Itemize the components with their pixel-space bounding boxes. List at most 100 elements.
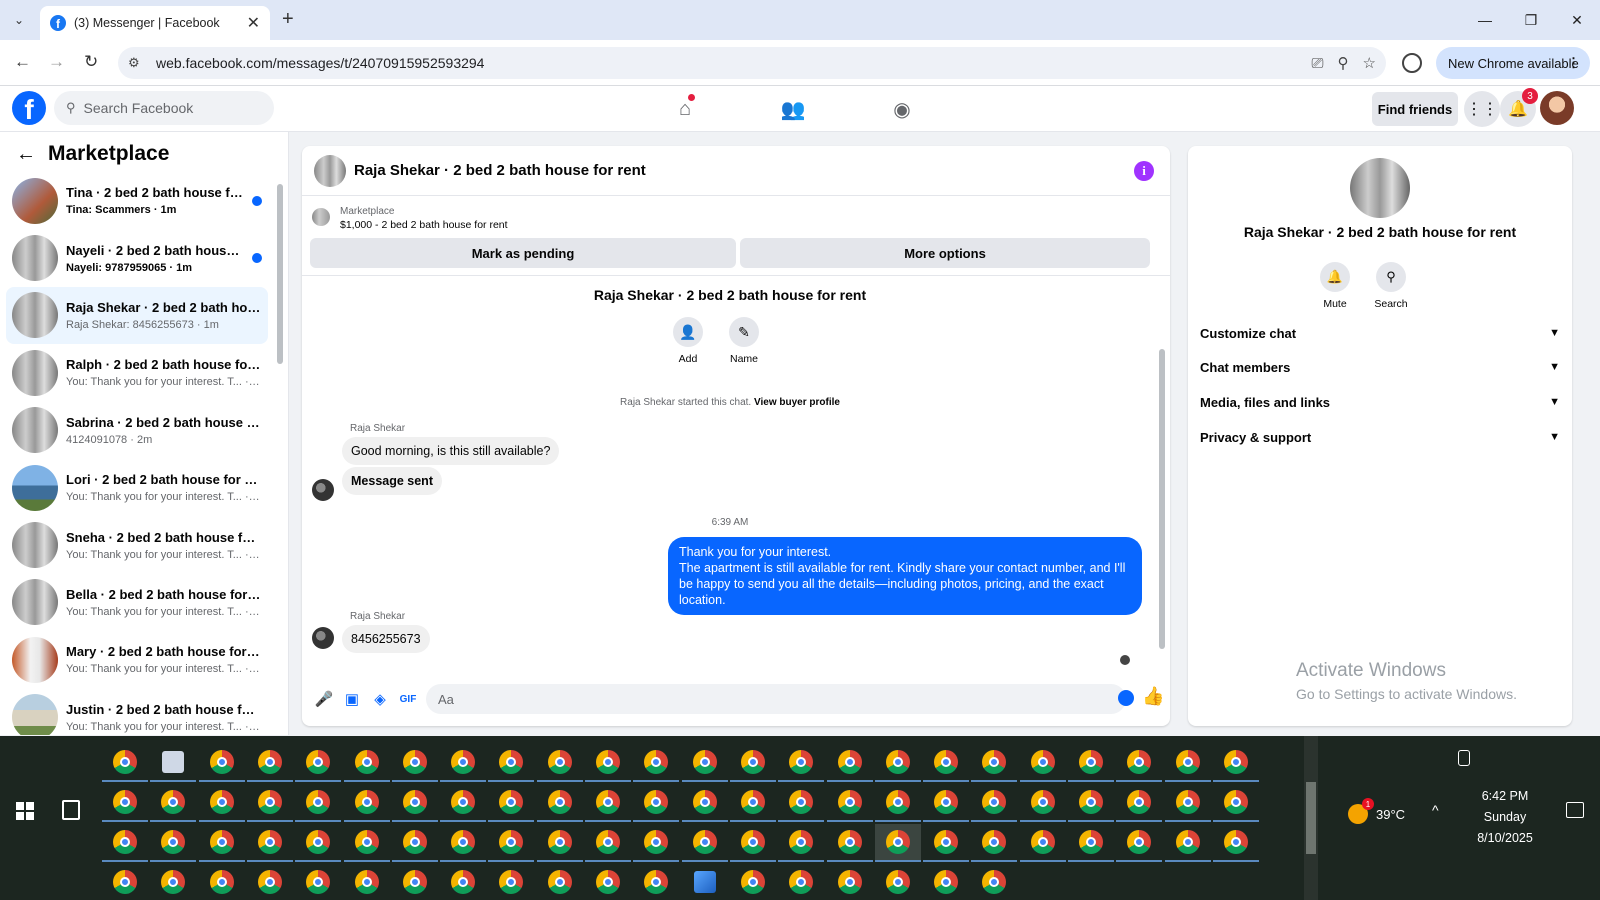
taskbar-app-button[interactable]: [295, 864, 341, 900]
new-tab-icon[interactable]: +: [282, 8, 294, 31]
chat-item[interactable]: Mary · 2 bed 2 bath house for r... You: T…: [6, 631, 268, 688]
show-hidden-icons-icon[interactable]: ^: [1432, 802, 1439, 818]
taskbar-app-button[interactable]: [150, 864, 196, 900]
taskbar-app-button[interactable]: [923, 784, 970, 822]
taskbar-app-button[interactable]: [246, 784, 293, 822]
chrome-menu-icon[interactable]: ⋮: [1567, 55, 1580, 71]
incoming-message[interactable]: Message sent: [342, 467, 442, 495]
taskbar-app-button[interactable]: [585, 824, 631, 862]
weather-widget[interactable]: 1 39°C: [1348, 798, 1405, 824]
privacy-support-section[interactable]: Privacy & support ▼: [1200, 420, 1560, 454]
taskbar-app-button[interactable]: [826, 824, 873, 862]
chat-item[interactable]: Justin · 2 bed 2 bath house for r... You:…: [6, 689, 268, 735]
taskbar-app-button[interactable]: [1068, 784, 1114, 822]
taskbar-app-button[interactable]: [536, 784, 583, 822]
more-options-button[interactable]: More options: [740, 238, 1150, 268]
taskbar-app-button[interactable]: [440, 824, 487, 862]
conversation-avatar-large[interactable]: [1350, 158, 1410, 218]
taskbar-app-button[interactable]: [1068, 824, 1114, 862]
taskbar-app-button[interactable]: [246, 744, 293, 782]
scrollbar-thumb[interactable]: [277, 184, 283, 364]
conversation-title[interactable]: Raja Shekar · 2 bed 2 bath house for ren…: [354, 162, 646, 179]
sticker-icon[interactable]: ◈: [366, 690, 394, 708]
taskbar-app-button[interactable]: [923, 824, 970, 862]
scrollbar-thumb[interactable]: [1159, 349, 1165, 649]
home-nav-icon[interactable]: ⌂: [670, 95, 700, 123]
taskbar-app-button[interactable]: [391, 824, 438, 862]
taskbar-app-button[interactable]: [440, 744, 487, 782]
taskbar-app-button[interactable]: [875, 864, 921, 900]
address-bar[interactable]: ⚙ web.facebook.com/messages/t/2407091595…: [118, 47, 1386, 79]
taskbar-app-button[interactable]: [778, 864, 824, 900]
chat-item[interactable]: Lori · 2 bed 2 bath house for rent You: T…: [6, 459, 268, 516]
message-scrollbar[interactable]: [1158, 283, 1166, 663]
taskbar-app-button[interactable]: [199, 864, 245, 900]
chat-item[interactable]: Sabrina · 2 bed 2 bath house fo... 412409…: [6, 402, 268, 459]
taskbar-app-button[interactable]: [778, 824, 825, 862]
notification-center-icon[interactable]: [1566, 802, 1584, 818]
taskbar-app-button[interactable]: [1212, 824, 1259, 862]
taskbar-app-button[interactable]: [729, 784, 776, 822]
taskbar-app-button[interactable]: [150, 824, 197, 862]
facebook-logo-icon[interactable]: f: [12, 91, 46, 125]
find-friends-button[interactable]: Find friends: [1372, 92, 1458, 126]
taskbar-app-button[interactable]: [440, 784, 487, 822]
taskbar-app-button[interactable]: [1116, 824, 1163, 862]
taskbar-app-button[interactable]: [681, 784, 728, 822]
taskbar-app-button[interactable]: [681, 824, 728, 862]
menu-grid-icon[interactable]: ⋮⋮: [1464, 91, 1500, 127]
taskbar-app-button[interactable]: [585, 744, 631, 782]
taskbar-app-button[interactable]: [392, 864, 438, 900]
taskbar-app-button[interactable]: [633, 824, 680, 862]
taskbar-app-button[interactable]: [102, 824, 148, 862]
taskbar-app-button[interactable]: [874, 744, 921, 782]
taskbar-app-button[interactable]: [440, 864, 486, 900]
taskbar-app-button[interactable]: [247, 864, 293, 900]
add-people-action[interactable]: 👤 Add: [668, 317, 708, 365]
chat-item-selected[interactable]: Raja Shekar · 2 bed 2 bath hous... Raja S…: [6, 286, 268, 345]
taskbar-app-button[interactable]: [971, 744, 1018, 782]
gif-icon[interactable]: GIF: [394, 694, 422, 705]
taskbar-app-button[interactable]: [391, 784, 438, 822]
back-arrow-icon[interactable]: ←: [16, 143, 36, 166]
back-icon[interactable]: ←: [14, 52, 31, 72]
taskbar-app-button[interactable]: [537, 864, 583, 900]
microphone-icon[interactable]: 🎤: [310, 690, 338, 708]
taskbar-app-button[interactable]: [1116, 784, 1163, 822]
taskbar-scrollbar[interactable]: [1304, 736, 1318, 900]
chat-members-section[interactable]: Chat members ▼: [1200, 350, 1560, 384]
photo-attach-icon[interactable]: ▣: [338, 690, 366, 708]
profile-icon[interactable]: [1402, 53, 1422, 73]
taskbar-app-button[interactable]: [295, 744, 342, 782]
taskbar-app-button[interactable]: [1164, 824, 1211, 862]
taskbar-app-button[interactable]: [585, 864, 631, 900]
taskbar-app-button[interactable]: [633, 784, 680, 822]
taskbar-app-button[interactable]: [778, 784, 825, 822]
account-avatar[interactable]: [1540, 91, 1574, 125]
mute-action[interactable]: 🔔 Mute: [1310, 262, 1360, 310]
taskbar-app-button[interactable]: [633, 864, 679, 900]
taskbar-app-button[interactable]: [295, 824, 342, 862]
emoji-icon[interactable]: [1118, 690, 1134, 706]
taskbar-app-button[interactable]: [971, 784, 1018, 822]
page-scrollbar[interactable]: [1586, 88, 1600, 736]
friends-nav-icon[interactable]: 👥: [778, 95, 808, 123]
taskbar-app-button[interactable]: [150, 784, 197, 822]
taskbar-app-button[interactable]: [1164, 744, 1211, 782]
mark-as-pending-button[interactable]: Mark as pending: [310, 238, 736, 268]
taskbar-app-button[interactable]: [923, 744, 970, 782]
tab-search-icon[interactable]: ⌄: [6, 8, 32, 32]
minimize-icon[interactable]: —: [1462, 0, 1508, 40]
chat-item[interactable]: Nayeli · 2 bed 2 bath house fo... Nayeli:…: [6, 229, 268, 286]
facebook-search-input[interactable]: ⚲ Search Facebook: [54, 91, 274, 125]
taskbar-app-button[interactable]: [971, 864, 1017, 900]
browser-tab[interactable]: f (3) Messenger | Facebook ✕: [40, 6, 270, 40]
chat-item[interactable]: Sneha · 2 bed 2 bath house for ... You: T…: [6, 516, 268, 573]
taskbar-app-button[interactable]: [1116, 744, 1163, 782]
taskbar-app-button[interactable]: [343, 824, 390, 862]
taskbar-app-button[interactable]: [971, 824, 1018, 862]
taskbar-app-button[interactable]: [874, 784, 921, 822]
taskbar-app-button[interactable]: [488, 824, 535, 862]
taskbar-app-button[interactable]: [682, 864, 728, 900]
taskbar-app-button[interactable]: [536, 824, 583, 862]
